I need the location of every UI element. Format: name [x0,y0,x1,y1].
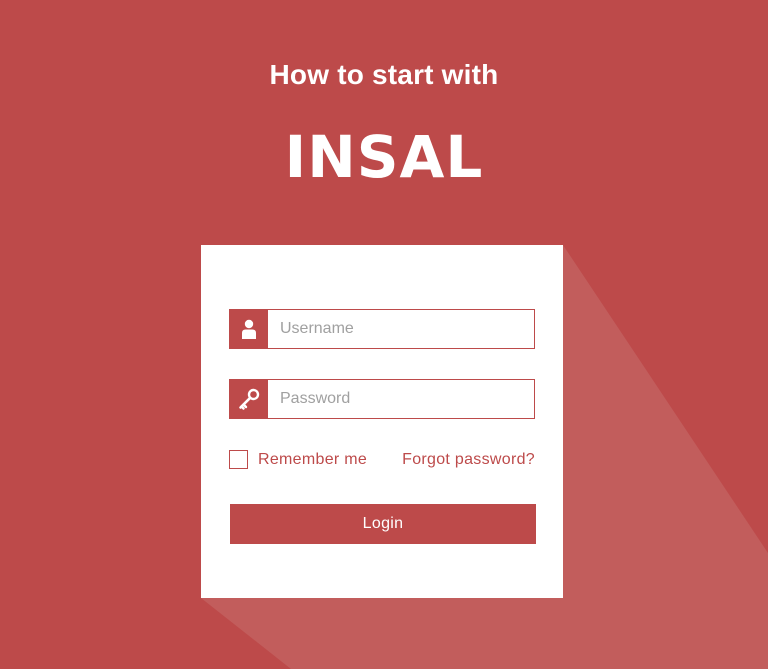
username-field-group [229,309,535,349]
user-icon [230,310,268,348]
login-card: Remember me Forgot password? Login [201,245,563,598]
remember-me[interactable]: Remember me [229,449,367,470]
password-input[interactable] [268,380,534,418]
password-field-group [229,379,535,419]
subtitle: How to start with [269,59,499,90]
remember-label: Remember me [258,450,368,468]
remember-checkbox[interactable] [229,450,248,469]
key-icon [230,380,268,418]
brand-title: INSAL [284,123,484,191]
forgot-password-link[interactable]: Forgot password? [402,449,535,470]
login-button[interactable]: Login [230,504,536,544]
username-input[interactable] [268,310,534,348]
